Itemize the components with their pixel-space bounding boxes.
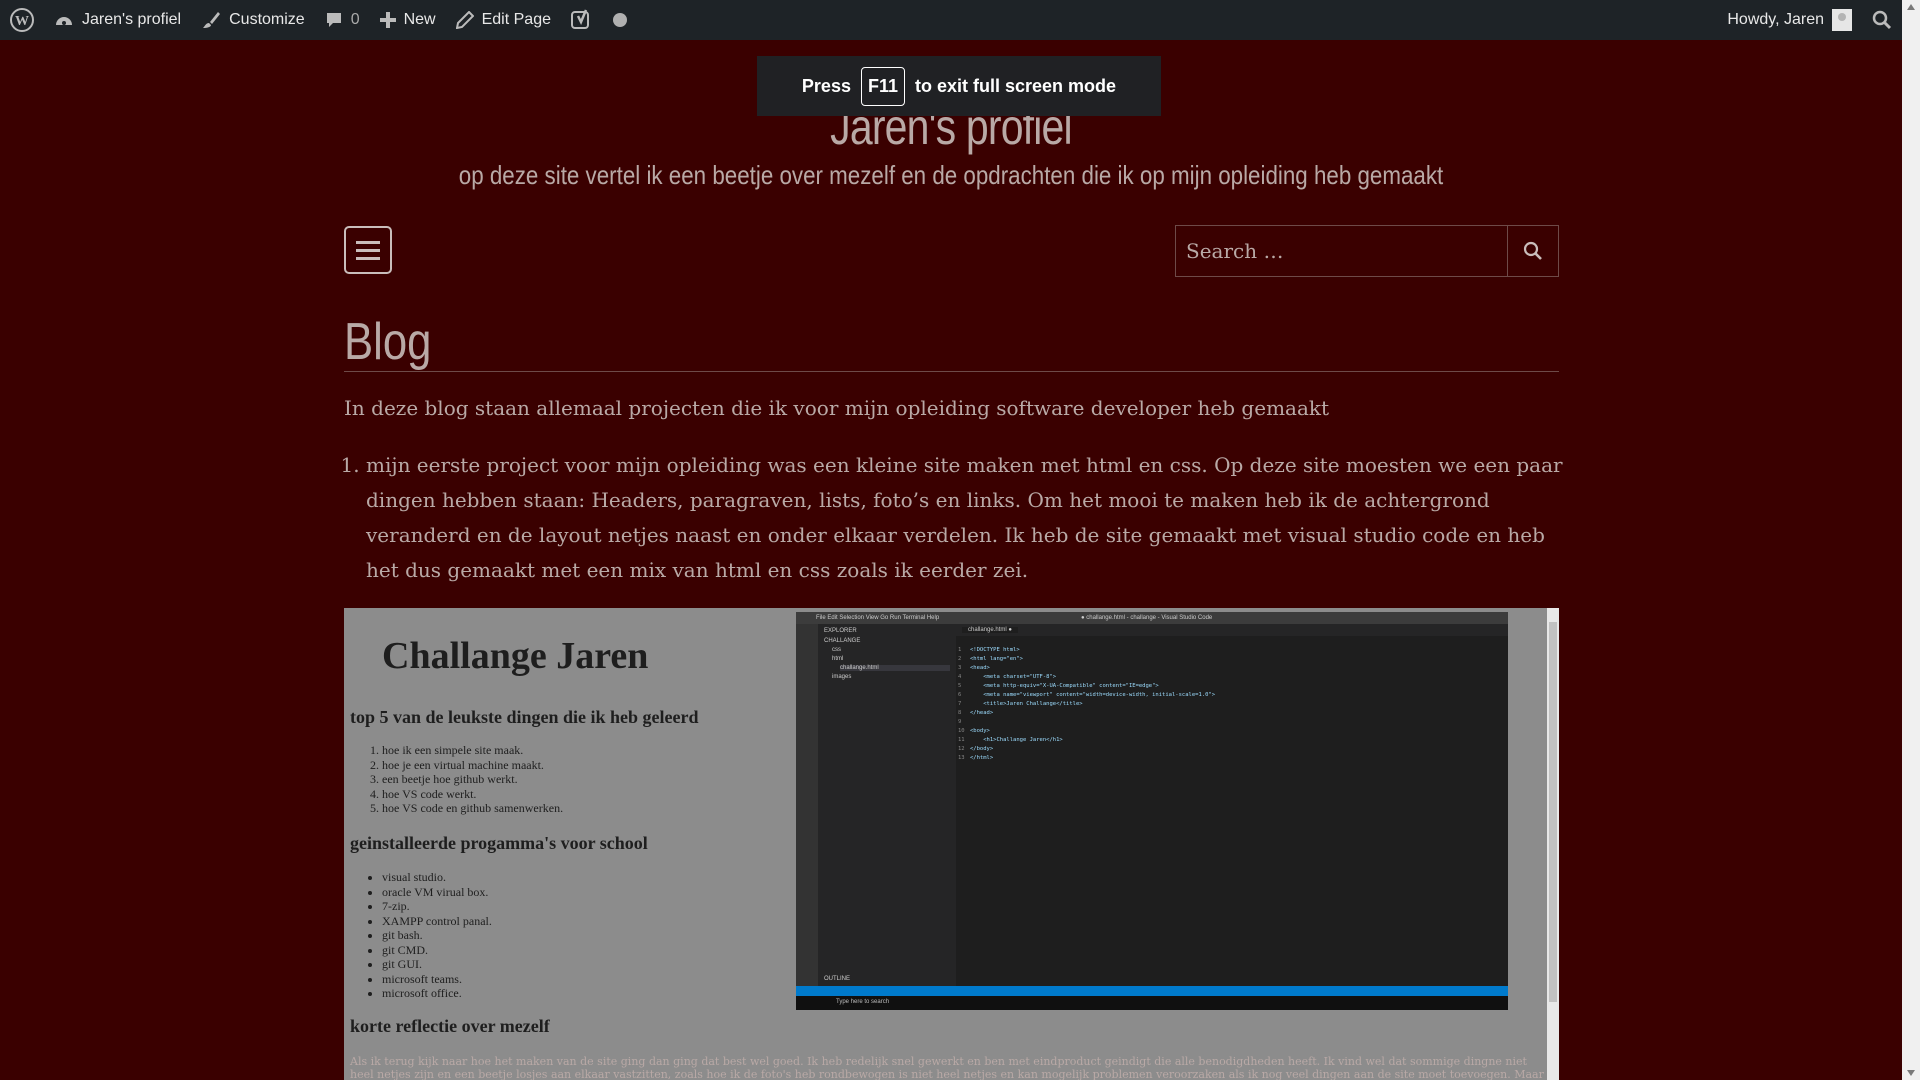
screenshot-subheading: geinstalleerde progamma's voor school — [350, 833, 648, 853]
edit-page-label: Edit Page — [481, 11, 551, 28]
screenshot-site-preview: Challange Jaren top 5 van de leukste din… — [344, 608, 794, 1080]
howdy-label: Howdy, Jaren — [1727, 11, 1824, 28]
comment-icon — [326, 13, 341, 27]
screenshot-subheading: top 5 van de leukste dingen die ik heb g… — [350, 707, 699, 727]
tree-item: images — [832, 674, 852, 680]
page-scrollbar[interactable] — [1902, 0, 1920, 1080]
project-screenshot-image: Challange Jaren top 5 van de leukste din… — [344, 608, 1559, 1080]
list-item: git CMD. — [382, 943, 492, 958]
taskbar-search: Type here to search — [836, 999, 890, 1005]
customize-link[interactable]: Customize — [191, 0, 315, 40]
wp-admin-bar: W Jaren's profiel Customize 0 New Edit P… — [0, 0, 1902, 40]
list-item: hoe ik een simpele site maak. — [382, 743, 563, 758]
fullscreen-press-text: Press — [801, 75, 851, 96]
hamburger-icon — [356, 241, 380, 244]
screenshot-list: visual studio. oracle VM virual box. 7-z… — [350, 870, 492, 1001]
yoast-seo-icon[interactable] — [561, 0, 603, 40]
list-item: microsoft office. — [382, 986, 492, 1001]
outline-label: OUTLINE — [824, 976, 851, 982]
hamburger-icon-line — [356, 249, 380, 252]
site-description: op deze site vertel ik een beetje over m… — [458, 160, 1444, 190]
list-item: 7-zip. — [382, 899, 492, 914]
svg-text:W: W — [15, 14, 29, 29]
hamburger-icon-line — [356, 257, 380, 260]
search-form — [1175, 225, 1559, 277]
pencil-icon — [455, 11, 474, 29]
plus-icon — [379, 12, 396, 28]
intro-text: In deze blog staan allemaal projecten di… — [344, 396, 1330, 420]
vscode-activity-bar — [796, 624, 818, 986]
screenshot-subheading: korte reflectie over mezelf — [350, 1016, 550, 1036]
avatar — [1832, 9, 1852, 31]
site-name-label: Jaren's profiel — [82, 11, 182, 28]
list-item: git bash. — [382, 928, 492, 943]
explorer-label: EXPLORER — [824, 628, 857, 634]
list-item: visual studio. — [382, 870, 492, 885]
tree-item: challange.html — [840, 665, 950, 671]
list-item: hoe VS code en github samenwerken. — [382, 801, 563, 816]
scroll-up-arrow-icon[interactable] — [1907, 4, 1915, 10]
list-item: XAMPP control panal. — [382, 914, 492, 929]
search-submit-button[interactable] — [1507, 226, 1558, 276]
screenshot-list: hoe ik een simpele site maak. hoe je een… — [350, 743, 563, 816]
vscode-statusbar — [796, 986, 1508, 996]
menu-toggle-button[interactable] — [344, 226, 392, 274]
my-account-link[interactable]: Howdy, Jaren — [1717, 0, 1862, 40]
search-icon — [1523, 241, 1542, 260]
title-divider — [344, 371, 1559, 372]
new-label: New — [403, 11, 436, 28]
code-content: <!DOCTYPE html> <html lang="en"> <head> … — [970, 647, 1216, 761]
line-numbers: 1 2 3 4 5 6 7 8 9 10 11 12 13 — [958, 647, 965, 761]
comments-count: 0 — [350, 11, 360, 28]
comments-link[interactable]: 0 — [315, 0, 370, 40]
adminbar-search-icon[interactable] — [1862, 0, 1902, 40]
fullscreen-exit-text: to exit full screen mode — [915, 75, 1117, 96]
vscode-tabs: challange.html ● — [956, 624, 1508, 636]
wordpress-logo-icon[interactable]: W — [0, 0, 44, 40]
list-item: hoe je een virtual machine maakt. — [382, 758, 563, 773]
screenshot-reflection-text: Als ik terug kijk naar hoe het maken van… — [350, 1055, 1544, 1080]
list-item: oracle VM virual box. — [382, 885, 492, 900]
vscode-explorer: EXPLORER CHALLANGE css html challange.ht… — [818, 624, 956, 986]
screenshot-heading: Challange Jaren — [382, 635, 649, 677]
vscode-titlebar: File Edit Selection View Go Run Terminal… — [796, 612, 1508, 624]
list-item: microsoft teams. — [382, 972, 492, 987]
vscode-menu: File Edit Selection View Go Run Terminal… — [816, 615, 940, 621]
folder-label: CHALLANGE — [824, 638, 861, 644]
screenshot-scrollbar — [1547, 608, 1559, 1080]
search-input[interactable] — [1176, 226, 1507, 276]
vscode-window: File Edit Selection View Go Run Terminal… — [796, 612, 1508, 1010]
edit-page-link[interactable]: Edit Page — [446, 0, 561, 40]
seo-status-dot-icon — [603, 0, 637, 40]
dashboard-icon — [56, 17, 72, 25]
brush-icon — [203, 12, 221, 28]
f11-key: F11 — [860, 66, 905, 106]
windows-taskbar: Type here to search — [796, 996, 1508, 1010]
site-name-link[interactable]: Jaren's profiel — [44, 0, 191, 40]
project-list: mijn eerste project voor mijn opleiding … — [344, 448, 1581, 588]
list-item: mijn eerste project voor mijn opleiding … — [366, 448, 1581, 588]
new-content-link[interactable]: New — [370, 0, 446, 40]
vscode-window-title: ● challange.html - challange - Visual St… — [1081, 615, 1213, 621]
vscode-editor: 1 2 3 4 5 6 7 8 9 10 11 12 13 <!DOCTYPE … — [956, 636, 1508, 986]
page-title: Blog — [344, 313, 432, 371]
fullscreen-notice: Press F11 to exit full screen mode — [757, 56, 1161, 116]
scroll-down-arrow-icon[interactable] — [1907, 1070, 1915, 1076]
list-item: git GUI. — [382, 957, 492, 972]
list-item: een beetje hoe github werkt. — [382, 772, 563, 787]
customize-label: Customize — [229, 11, 305, 28]
editor-tab: challange.html ● — [962, 627, 1018, 633]
tree-item: html — [832, 656, 844, 662]
tree-item: css — [832, 647, 841, 653]
list-item: hoe VS code werkt. — [382, 787, 563, 802]
